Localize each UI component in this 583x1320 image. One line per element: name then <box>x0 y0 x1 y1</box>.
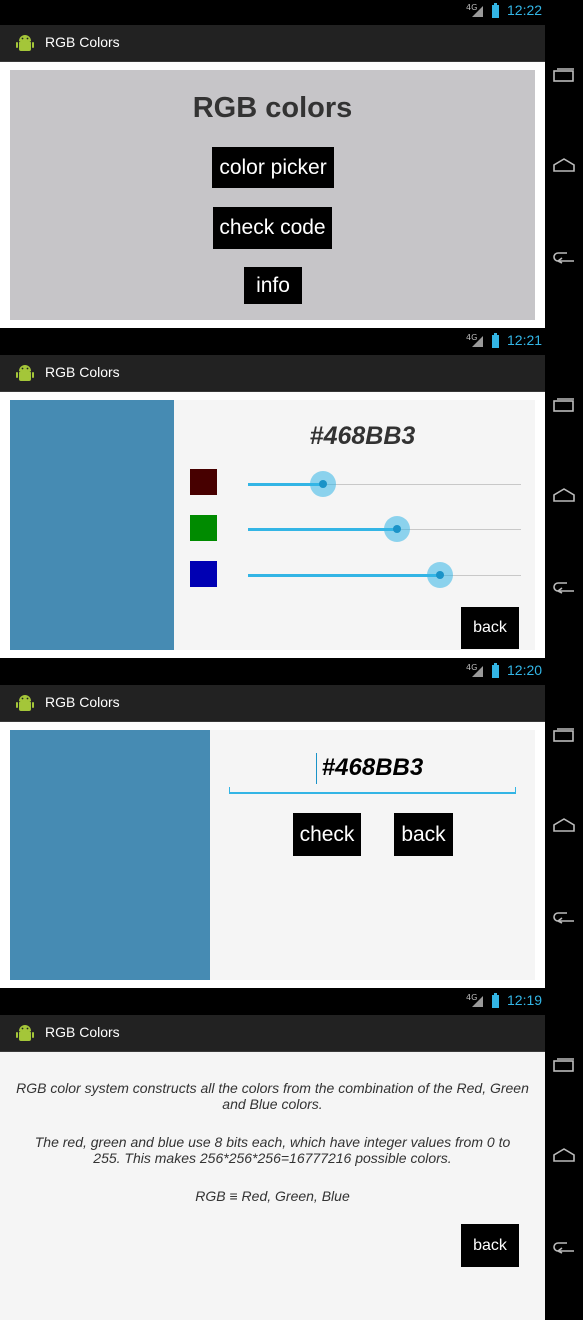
clock: 12:19 <box>507 992 543 1008</box>
blue-slider-thumb[interactable] <box>426 562 453 588</box>
home-icon[interactable] <box>553 158 575 172</box>
battery-icon <box>492 3 499 18</box>
action-bar: RGB Colors <box>0 1015 545 1052</box>
content-area: RGB color system constructs all the colo… <box>0 1052 545 1320</box>
clock: 12:22 <box>507 2 543 18</box>
android-icon <box>16 35 34 51</box>
navigation-bar <box>545 330 583 660</box>
action-bar: RGB Colors <box>0 355 545 392</box>
hex-input-value: #468BB3 <box>321 754 424 781</box>
color-preview <box>10 730 210 980</box>
back-arrow-icon[interactable] <box>553 580 575 594</box>
content-area: #468BB3 check back <box>0 722 545 988</box>
info-button[interactable]: info <box>244 267 302 304</box>
app-title: RGB Colors <box>45 1024 120 1040</box>
status-bar: 4G 12:22 <box>0 0 545 25</box>
screen-info: 4G 12:19 RGB Colors RGB color system con… <box>0 990 583 1320</box>
home-icon[interactable] <box>553 488 575 502</box>
red-slider-thumb[interactable] <box>309 471 336 497</box>
info-paragraph-1: RGB color system constructs all the colo… <box>16 1080 529 1112</box>
recent-apps-icon[interactable] <box>553 728 575 742</box>
red-swatch <box>190 469 217 495</box>
hex-input-field[interactable]: #468BB3 <box>229 750 516 794</box>
picker-panel: #468BB3 back <box>10 400 535 650</box>
green-swatch <box>190 515 217 541</box>
back-button[interactable]: back <box>461 1224 519 1267</box>
blue-swatch <box>190 561 217 587</box>
hex-code: #468BB3 <box>309 422 416 450</box>
color-picker-button[interactable]: color picker <box>212 147 334 188</box>
recent-apps-icon[interactable] <box>553 1058 575 1072</box>
status-bar: 4G 12:21 <box>0 330 545 355</box>
screen-color-picker: 4G 12:21 RGB Colors #468BB3 back <box>0 330 583 660</box>
info-paragraph-3: RGB ≡ Red, Green, Blue <box>195 1188 350 1204</box>
screen-check-code: 4G 12:20 RGB Colors #468BB3 check back <box>0 660 583 990</box>
back-button[interactable]: back <box>461 607 519 649</box>
page-title: RGB colors <box>192 92 353 124</box>
recent-apps-icon[interactable] <box>553 68 575 82</box>
navigation-bar <box>545 660 583 990</box>
app-title: RGB Colors <box>45 364 120 380</box>
signal-icon <box>472 996 483 1007</box>
action-bar: RGB Colors <box>0 25 545 62</box>
check-code-button[interactable]: check code <box>213 207 332 249</box>
battery-icon <box>492 333 499 348</box>
blue-slider-fill <box>248 574 440 577</box>
app-title: RGB Colors <box>45 34 120 50</box>
hex-input-bracket-left <box>229 787 230 792</box>
hex-input-bracket-right <box>515 787 516 792</box>
color-preview <box>10 400 174 650</box>
recent-apps-icon[interactable] <box>553 398 575 412</box>
menu-panel: RGB colors color picker check code info <box>10 70 535 320</box>
android-icon <box>16 365 34 381</box>
content-area: RGB colors color picker check code info <box>0 62 545 328</box>
android-icon <box>16 1025 34 1041</box>
home-icon[interactable] <box>553 1148 575 1162</box>
signal-icon <box>472 336 483 347</box>
check-button[interactable]: check <box>293 813 361 856</box>
back-arrow-icon[interactable] <box>553 250 575 264</box>
android-icon <box>16 695 34 711</box>
back-button[interactable]: back <box>394 813 453 856</box>
signal-icon <box>472 666 483 677</box>
battery-icon <box>492 993 499 1008</box>
info-paragraph-2: The red, green and blue use 8 bits each,… <box>34 1134 511 1166</box>
content-area: #468BB3 back <box>0 392 545 658</box>
home-icon[interactable] <box>553 818 575 832</box>
status-bar: 4G 12:20 <box>0 660 545 685</box>
navigation-bar <box>545 990 583 1320</box>
green-slider-fill <box>248 528 397 531</box>
green-slider-thumb[interactable] <box>383 516 410 542</box>
check-panel: #468BB3 check back <box>10 730 535 980</box>
status-bar: 4G 12:19 <box>0 990 545 1015</box>
action-bar: RGB Colors <box>0 685 545 722</box>
clock: 12:21 <box>507 332 543 348</box>
clock: 12:20 <box>507 662 543 678</box>
back-arrow-icon[interactable] <box>553 910 575 924</box>
back-arrow-icon[interactable] <box>553 1240 575 1254</box>
battery-icon <box>492 663 499 678</box>
app-title: RGB Colors <box>45 694 120 710</box>
signal-icon <box>472 6 483 17</box>
navigation-bar <box>545 0 583 330</box>
screen-menu: 4G 12:22 RGB Colors RGB colors color pic… <box>0 0 583 330</box>
